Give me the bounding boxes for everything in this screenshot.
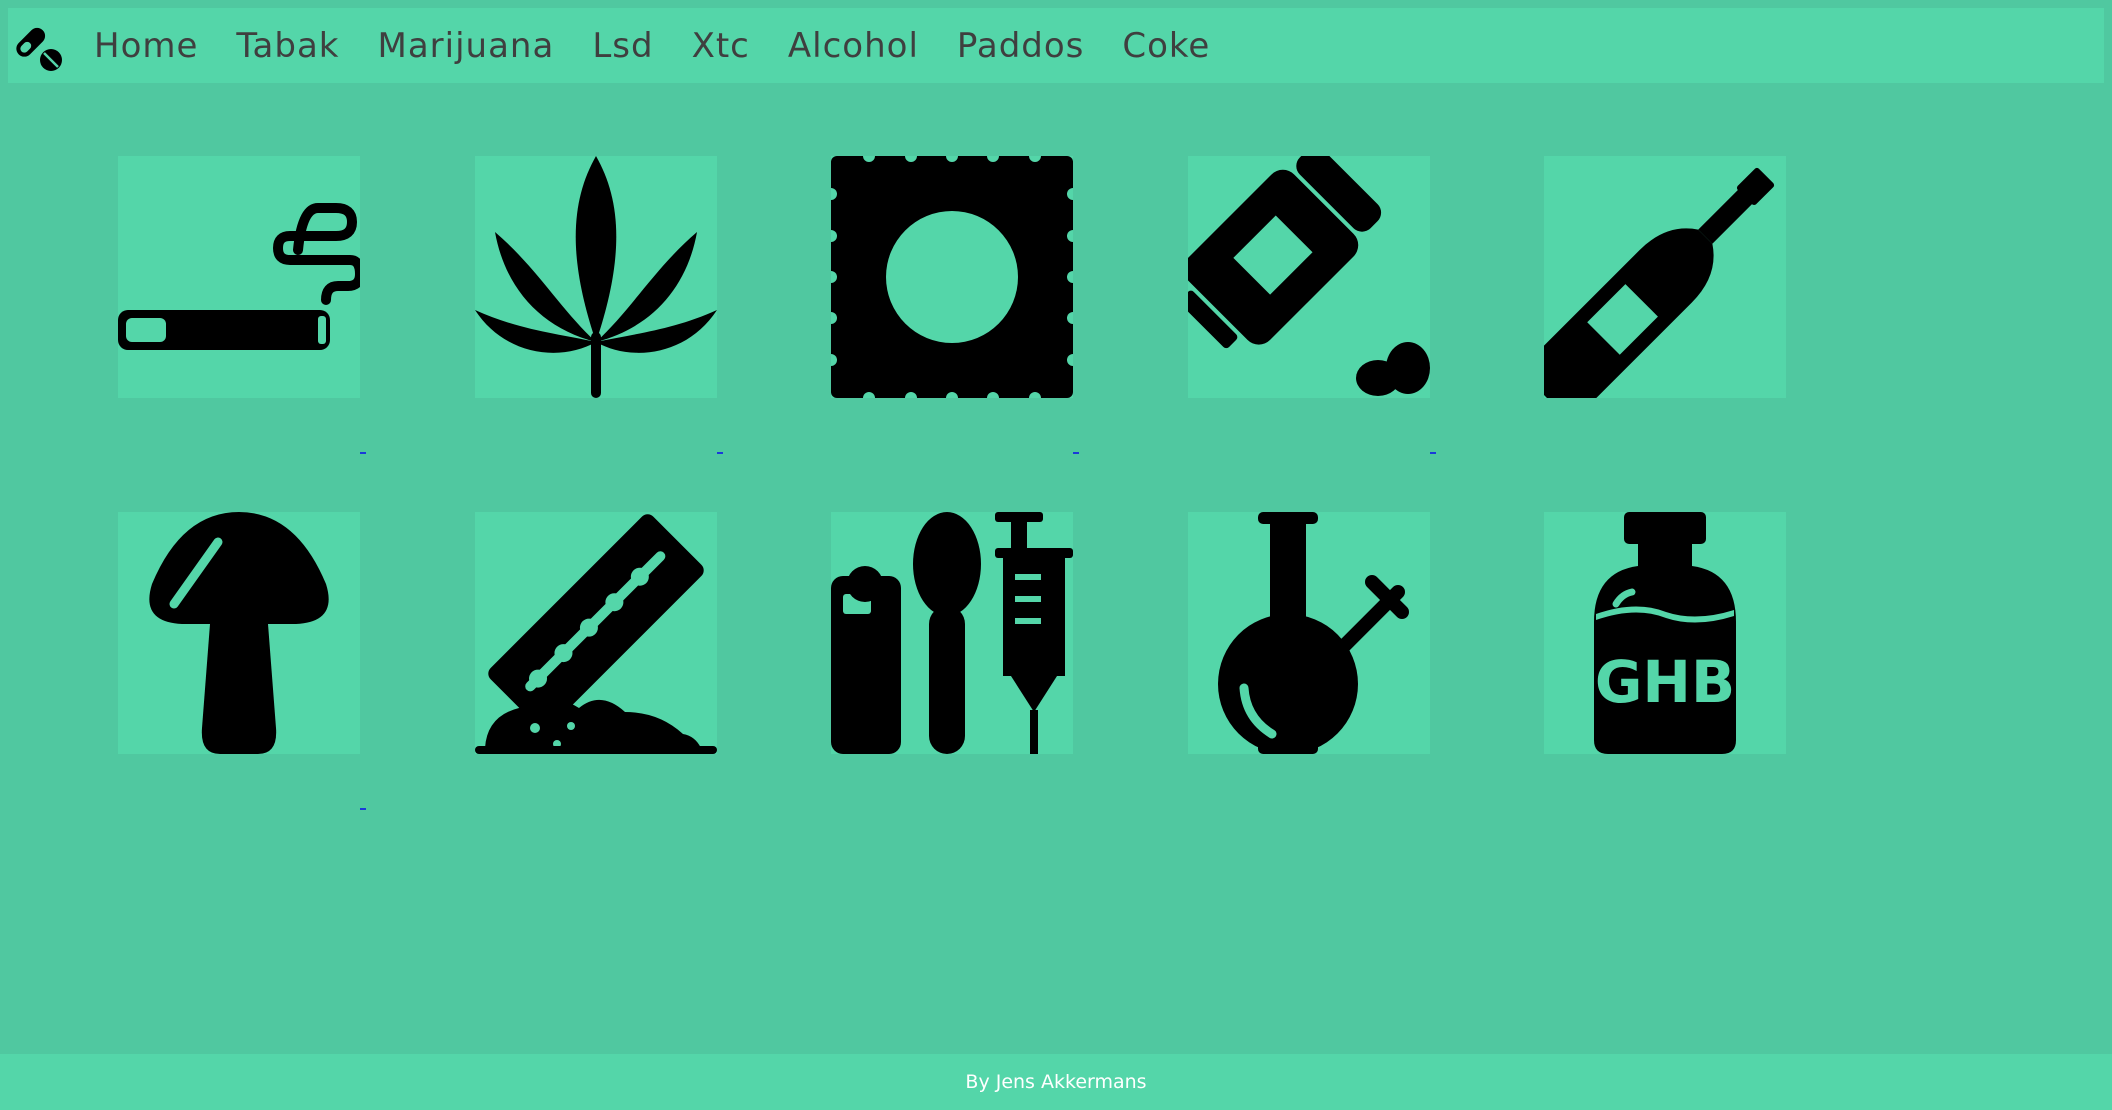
link-underline-3[interactable] <box>1073 452 1079 454</box>
nav-tabak[interactable]: Tabak <box>236 26 339 66</box>
tile-tabak[interactable] <box>118 156 360 398</box>
bong-icon <box>1218 512 1409 754</box>
link-underline-4[interactable] <box>1430 452 1436 454</box>
link-underline-5[interactable] <box>360 808 366 810</box>
nav-coke[interactable]: Coke <box>1122 26 1210 66</box>
nav-alcohol[interactable]: Alcohol <box>788 26 919 66</box>
cigarette-icon <box>118 203 360 350</box>
tile-paraphernalia[interactable] <box>831 512 1073 754</box>
navbar: Home Tabak Marijuana Lsd Xtc Alcohol Pad… <box>8 8 2104 83</box>
razor-blade-powder-icon <box>475 514 717 754</box>
tile-ghb[interactable]: GHB <box>1544 512 1786 754</box>
link-underline-1[interactable] <box>360 452 366 454</box>
ghb-bottle-icon: GHB <box>1594 512 1736 754</box>
link-underline-2[interactable] <box>717 452 723 454</box>
pills-icon[interactable] <box>10 19 64 73</box>
tile-xtc[interactable] <box>1188 156 1430 398</box>
tile-alcohol[interactable] <box>1544 156 1786 398</box>
cannabis-leaf-icon <box>475 156 717 398</box>
mushroom-icon <box>149 512 329 754</box>
lsd-stamp-icon <box>831 156 1073 398</box>
tile-paddos[interactable] <box>118 512 360 754</box>
ghb-label: GHB <box>1595 648 1735 716</box>
tile-coke[interactable] <box>475 512 717 754</box>
pill-bottle-icon <box>1188 156 1430 396</box>
nav-xtc[interactable]: Xtc <box>692 26 750 66</box>
footer-credit: By Jens Akkermans <box>965 1071 1147 1093</box>
lighter-spoon-syringe-icon <box>831 512 1073 754</box>
tile-lsd[interactable] <box>831 156 1073 398</box>
nav-marijuana[interactable]: Marijuana <box>378 26 555 66</box>
wine-bottle-icon <box>1544 167 1775 398</box>
footer: By Jens Akkermans <box>0 1054 2112 1110</box>
nav-paddos[interactable]: Paddos <box>957 26 1085 66</box>
tile-marijuana[interactable] <box>475 156 717 398</box>
nav-lsd[interactable]: Lsd <box>592 26 653 66</box>
tile-bong[interactable] <box>1188 512 1430 754</box>
nav-home[interactable]: Home <box>94 26 198 66</box>
